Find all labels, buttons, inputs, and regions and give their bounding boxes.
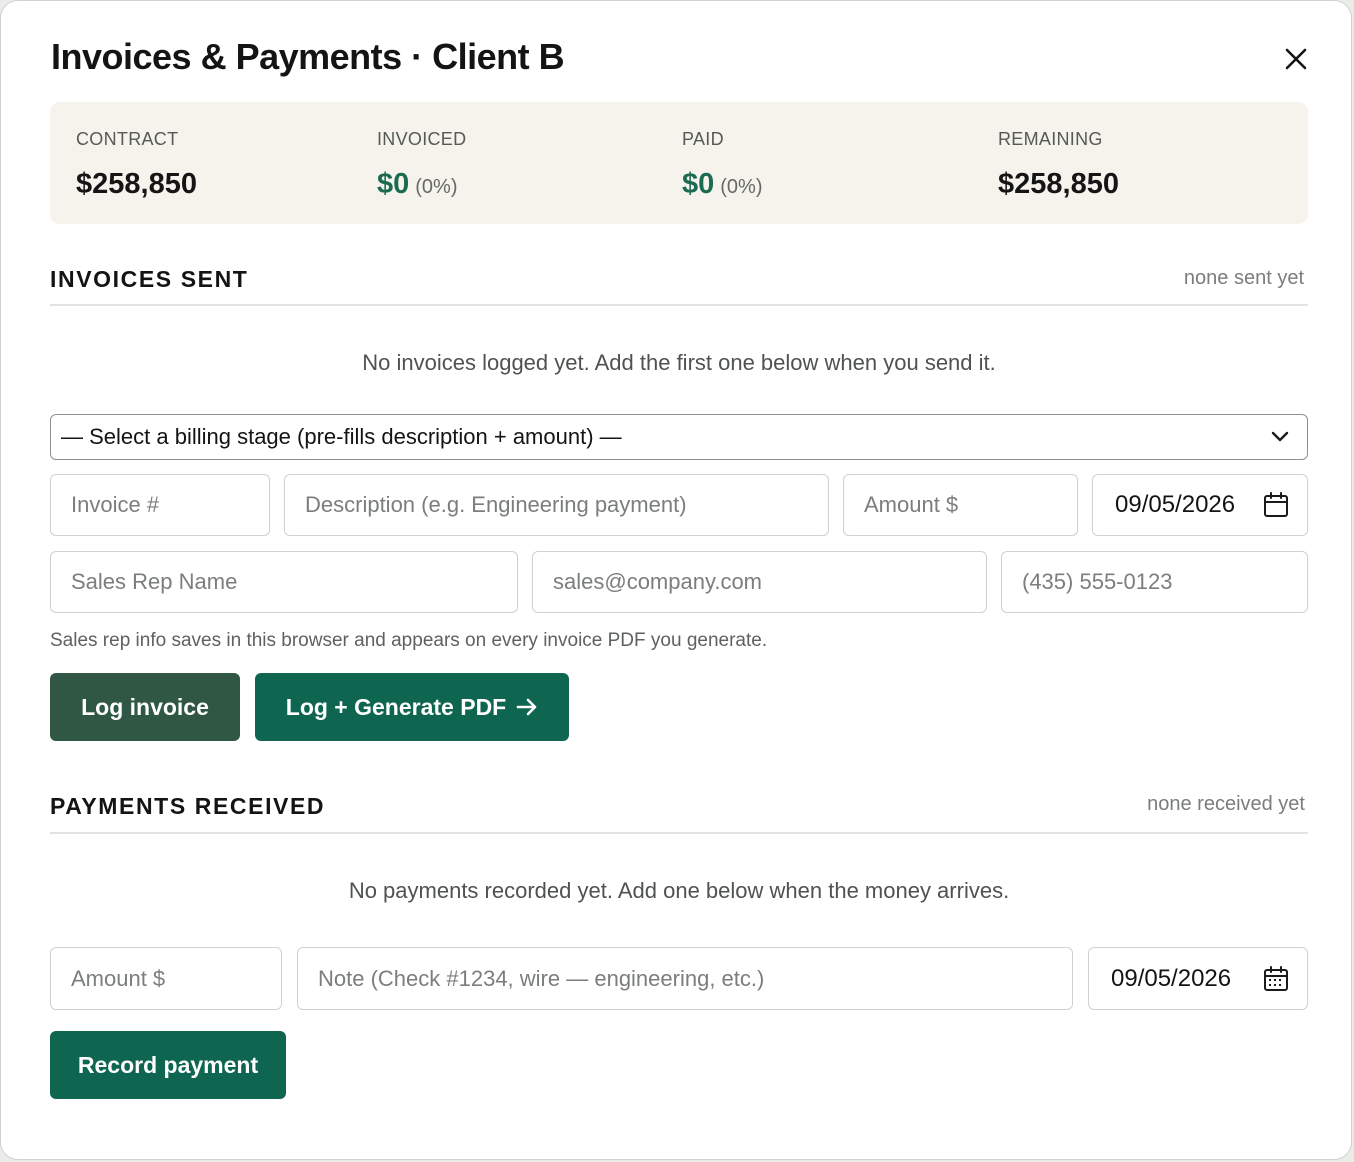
summary-panel: CONTRACT $258,850 INVOICED $0 (0%) PAID $…	[50, 102, 1308, 224]
record-payment-button[interactable]: Record payment	[50, 1031, 286, 1099]
invoice-date-value: 09/05/2026	[1115, 491, 1236, 518]
stat-contract-label: CONTRACT	[76, 129, 179, 149]
invoices-section-title: INVOICES SENT	[50, 266, 249, 292]
log-generate-pdf-button-label: Log + Generate PDF	[285, 693, 507, 720]
arrow-right-icon	[516, 698, 538, 716]
sales-rep-helper-text: Sales rep info saves in this browser and…	[50, 630, 768, 651]
invoices-payments-modal: Invoices & Payments · Client B CONTRACT …	[0, 0, 1352, 1160]
chevron-down-icon	[1271, 431, 1289, 442]
billing-stage-select-value: — Select a billing stage (pre-fills desc…	[61, 424, 622, 449]
record-payment-button-label: Record payment	[77, 1051, 259, 1078]
billing-stage-select[interactable]: — Select a billing stage (pre-fills desc…	[50, 414, 1308, 460]
payment-date-input[interactable]: 09/05/2026	[1088, 947, 1308, 1010]
stat-paid-percent: (0%)	[720, 176, 763, 198]
invoice-description-input[interactable]	[284, 474, 829, 536]
stat-remaining-label: REMAINING	[998, 129, 1103, 149]
payment-note-input[interactable]	[297, 947, 1073, 1010]
stat-remaining-value: $258,850	[998, 168, 1119, 200]
calendar-icon[interactable]	[1263, 492, 1289, 518]
stat-paid-amount: $0	[682, 168, 715, 200]
stat-invoiced-label: INVOICED	[377, 129, 467, 149]
close-icon	[1285, 48, 1307, 70]
log-generate-pdf-button[interactable]: Log + Generate PDF	[255, 673, 569, 741]
payments-section-title: PAYMENTS RECEIVED	[50, 793, 326, 819]
calendar-icon[interactable]	[1263, 965, 1289, 992]
invoice-number-input[interactable]	[50, 474, 270, 536]
stat-invoiced-percent: (0%)	[415, 176, 458, 198]
invoices-status: none sent yet	[1183, 267, 1304, 289]
payments-status: none received yet	[1147, 793, 1305, 815]
stat-contract-value: $258,850	[76, 168, 197, 200]
invoices-divider	[50, 304, 1308, 306]
log-invoice-button[interactable]: Log invoice	[50, 673, 240, 741]
close-button[interactable]	[1275, 39, 1317, 79]
stat-paid-value: $0 (0%)	[682, 166, 763, 205]
invoice-date-input[interactable]: 09/05/2026	[1092, 474, 1308, 536]
log-invoice-button-label: Log invoice	[81, 693, 209, 720]
payments-divider	[50, 832, 1308, 834]
sales-rep-email-input[interactable]	[532, 551, 987, 613]
sales-rep-phone-input[interactable]	[1001, 551, 1308, 613]
stat-invoiced-amount: $0	[377, 168, 410, 200]
stat-paid-label: PAID	[682, 129, 724, 149]
invoices-empty-message: No invoices logged yet. Add the first on…	[362, 350, 996, 375]
payments-empty-message: No payments recorded yet. Add one below …	[348, 878, 1010, 903]
invoice-amount-input[interactable]	[843, 474, 1078, 536]
payment-amount-input[interactable]	[50, 947, 282, 1010]
stat-invoiced-value: $0 (0%)	[377, 166, 458, 205]
modal-title: Invoices & Payments · Client B	[51, 36, 565, 77]
sales-rep-name-input[interactable]	[50, 551, 518, 613]
payment-date-value: 09/05/2026	[1111, 964, 1232, 992]
